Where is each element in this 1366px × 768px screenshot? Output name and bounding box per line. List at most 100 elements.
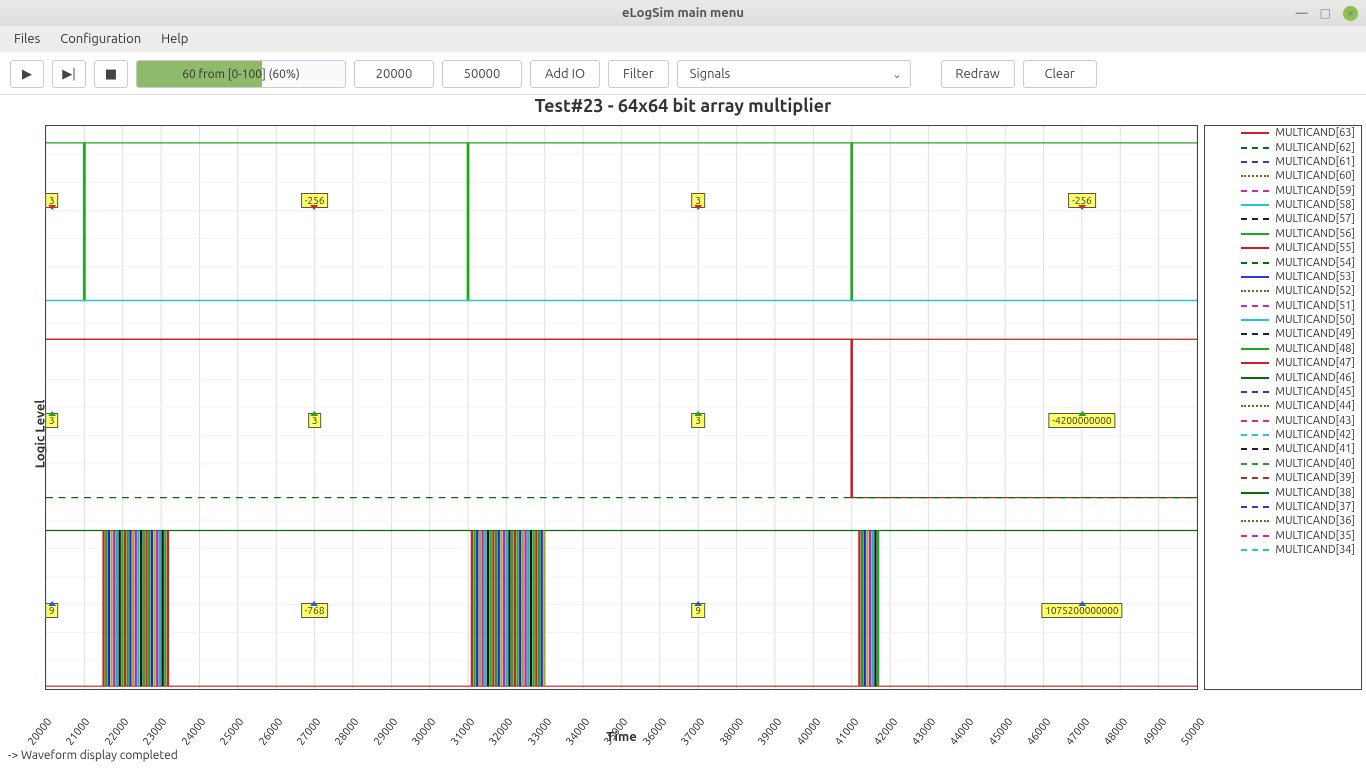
- window-titlebar: eLogSim main menu — □ ×: [0, 0, 1366, 26]
- legend-swatch: [1241, 290, 1269, 292]
- clear-button[interactable]: Clear: [1023, 60, 1097, 88]
- legend-swatch: [1241, 276, 1269, 278]
- maximize-icon[interactable]: □: [1320, 6, 1331, 20]
- legend-swatch: [1241, 305, 1269, 307]
- annotation-label: 9: [45, 603, 59, 618]
- legend-swatch: [1241, 262, 1269, 264]
- close-icon[interactable]: ×: [1343, 6, 1358, 21]
- legend-row: MULTICAND[42]: [1205, 428, 1361, 442]
- legend-name: MULTICAND[46]: [1275, 372, 1355, 384]
- legend-row: MULTICAND[54]: [1205, 255, 1361, 269]
- legend-name: MULTICAND[56]: [1275, 228, 1355, 240]
- legend-name: MULTICAND[36]: [1275, 515, 1355, 527]
- x-axis-label: Time: [45, 730, 1198, 744]
- annotation-label: 3: [308, 413, 322, 428]
- legend-swatch: [1241, 420, 1269, 422]
- legend-row: MULTICAND[59]: [1205, 184, 1361, 198]
- legend-row: MULTICAND[60]: [1205, 169, 1361, 183]
- legend-name: MULTICAND[54]: [1275, 257, 1355, 269]
- legend-row: MULTICAND[57]: [1205, 212, 1361, 226]
- legend-name: MULTICAND[37]: [1275, 501, 1355, 513]
- legend-row: MULTICAND[35]: [1205, 529, 1361, 543]
- step-icon: ▶|: [62, 67, 76, 82]
- minimize-icon[interactable]: —: [1296, 7, 1308, 20]
- legend-row: MULTICAND[56]: [1205, 227, 1361, 241]
- legend-name: MULTICAND[58]: [1275, 199, 1355, 211]
- annotation-label: -256: [1068, 193, 1096, 208]
- redraw-button[interactable]: Redraw: [941, 60, 1015, 88]
- legend-row: MULTICAND[51]: [1205, 299, 1361, 313]
- legend-name: MULTICAND[39]: [1275, 472, 1355, 484]
- menu-bar: Files Configuration Help: [0, 26, 1366, 52]
- xmin-input[interactable]: 20000: [354, 60, 434, 88]
- legend-swatch: [1241, 190, 1269, 192]
- legend-swatch: [1241, 218, 1269, 220]
- legend-swatch: [1241, 448, 1269, 450]
- legend-name: MULTICAND[43]: [1275, 415, 1355, 427]
- legend-row: MULTICAND[45]: [1205, 385, 1361, 399]
- filter-button[interactable]: Filter: [608, 60, 669, 88]
- legend-name: MULTICAND[49]: [1275, 328, 1355, 340]
- status-text: -> Waveform display completed: [8, 749, 178, 762]
- legend-name: MULTICAND[48]: [1275, 343, 1355, 355]
- legend-name: MULTICAND[51]: [1275, 300, 1355, 312]
- legend-row: MULTICAND[46]: [1205, 370, 1361, 384]
- add-io-button[interactable]: Add IO: [530, 60, 600, 88]
- legend-row: MULTICAND[58]: [1205, 198, 1361, 212]
- plot-svg: [46, 126, 1197, 689]
- annotation-label: -4200000000: [1048, 413, 1115, 428]
- menu-files[interactable]: Files: [6, 29, 48, 49]
- legend-swatch: [1241, 535, 1269, 537]
- annotation-label: 1075200000000: [1041, 603, 1122, 618]
- legend-swatch: [1241, 377, 1269, 379]
- legend-name: MULTICAND[35]: [1275, 530, 1355, 542]
- legend-row: MULTICAND[53]: [1205, 270, 1361, 284]
- legend-row: MULTICAND[37]: [1205, 500, 1361, 514]
- legend-row: MULTICAND[34]: [1205, 543, 1361, 557]
- legend-row: MULTICAND[55]: [1205, 241, 1361, 255]
- annotation-label: 3: [691, 193, 705, 208]
- legend-row: MULTICAND[40]: [1205, 457, 1361, 471]
- legend-swatch: [1241, 147, 1269, 149]
- legend-swatch: [1241, 132, 1269, 134]
- legend-name: MULTICAND[45]: [1275, 386, 1355, 398]
- menu-help[interactable]: Help: [153, 29, 196, 49]
- legend-row: MULTICAND[52]: [1205, 284, 1361, 298]
- stop-icon: ■: [105, 67, 117, 82]
- legend-name: MULTICAND[47]: [1275, 357, 1355, 369]
- legend-swatch: [1241, 492, 1269, 494]
- menu-configuration[interactable]: Configuration: [52, 29, 149, 49]
- legend-swatch: [1241, 348, 1269, 350]
- legend-swatch: [1241, 319, 1269, 321]
- legend-name: MULTICAND[40]: [1275, 458, 1355, 470]
- legend-row: MULTICAND[39]: [1205, 471, 1361, 485]
- legend-name: MULTICAND[63]: [1275, 127, 1355, 139]
- legend-row: MULTICAND[41]: [1205, 442, 1361, 456]
- play-button[interactable]: ▶: [10, 60, 44, 88]
- x-ticks: 2000021000220002300024000250002600027000…: [45, 690, 1198, 728]
- legend-swatch: [1241, 434, 1269, 436]
- legend-name: MULTICAND[42]: [1275, 429, 1355, 441]
- legend-row: MULTICAND[38]: [1205, 485, 1361, 499]
- annotation-label: -768: [301, 603, 329, 618]
- legend-row: MULTICAND[47]: [1205, 356, 1361, 370]
- chevron-down-icon: ⌄: [892, 68, 901, 81]
- annotation-label: 9: [691, 603, 705, 618]
- progress-label: 60 from [0-100] (60%): [137, 61, 345, 87]
- progress-bar: 60 from [0-100] (60%): [136, 60, 346, 88]
- xmax-input[interactable]: 50000: [442, 60, 522, 88]
- legend-swatch: [1241, 362, 1269, 364]
- legend-row: MULTICAND[36]: [1205, 514, 1361, 528]
- stop-button[interactable]: ■: [94, 60, 128, 88]
- annotation-label: 3: [45, 413, 59, 428]
- signals-select[interactable]: Signals ⌄: [677, 60, 911, 88]
- plot-frame[interactable]: 3-2563-256333-42000000009-76891075200000…: [45, 125, 1198, 690]
- legend-row: MULTICAND[50]: [1205, 313, 1361, 327]
- legend-row: MULTICAND[49]: [1205, 327, 1361, 341]
- window-title: eLogSim main menu: [622, 6, 744, 20]
- legend-swatch: [1241, 175, 1269, 177]
- play-icon: ▶: [22, 67, 32, 82]
- step-button[interactable]: ▶|: [52, 60, 86, 88]
- annotation-label: 3: [45, 193, 59, 208]
- chart-title: Test#23 - 64x64 bit array multiplier: [0, 92, 1366, 118]
